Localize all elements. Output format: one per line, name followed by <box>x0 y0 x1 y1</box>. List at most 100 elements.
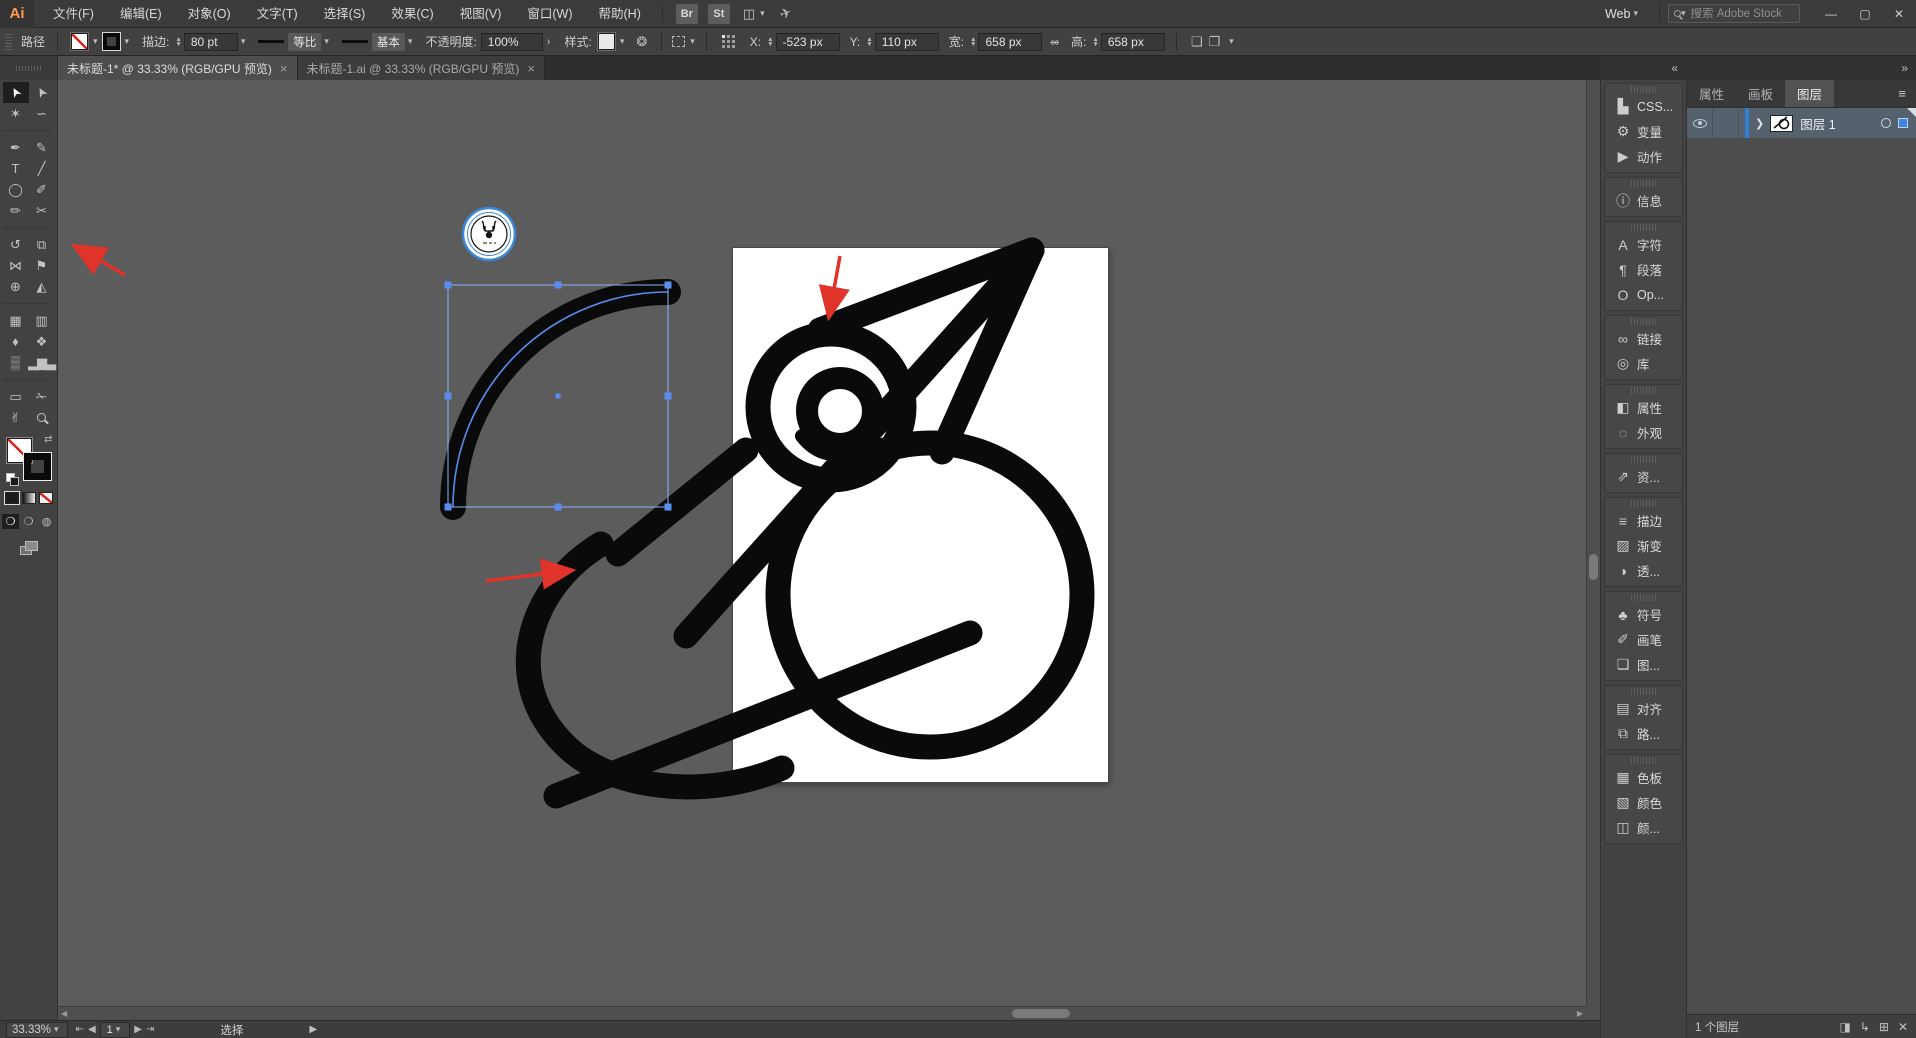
panel-grip[interactable] <box>1631 688 1657 695</box>
dock-item-CSS[interactable]: ▙CSS... <box>1605 94 1682 119</box>
bridge-button[interactable]: Br <box>676 4 698 24</box>
menu-item[interactable]: 文字(T) <box>244 0 311 28</box>
new-layer-icon[interactable]: ⊞ <box>1879 1020 1889 1034</box>
shaper-tool[interactable]: ✏ <box>3 200 29 221</box>
direct-selection-tool[interactable]: ➤ <box>29 82 55 103</box>
dock-item-色板[interactable]: ▦色板 <box>1605 765 1682 790</box>
width-stepper[interactable]: ▲▼ <box>970 37 976 47</box>
default-fill-stroke-icon[interactable] <box>6 473 15 482</box>
canvas[interactable] <box>58 80 1586 1006</box>
column-graph-tool[interactable]: ▂▆▃ <box>29 352 55 373</box>
scroll-right-icon[interactable]: ▶ <box>1577 1009 1583 1018</box>
gradient-button[interactable] <box>22 492 36 504</box>
curvature-tool[interactable]: ✎ <box>29 137 55 158</box>
puppet-warp-tool[interactable]: ⚑ <box>29 255 55 276</box>
horizontal-scrollbar[interactable]: ◀ ▶ <box>58 1006 1586 1020</box>
dock-item-段落[interactable]: ¶段落 <box>1605 257 1682 282</box>
dock-item-资[interactable]: ⇗资... <box>1605 464 1682 489</box>
shape-builder-tool[interactable]: ⊕ <box>3 276 29 297</box>
shape-properties-icon[interactable]: ❐ <box>1208 34 1220 50</box>
dock-item-描边[interactable]: ≡描边 <box>1605 508 1682 533</box>
type-tool[interactable]: T <box>3 158 29 179</box>
dock-item-对齐[interactable]: ▤对齐 <box>1605 696 1682 721</box>
last-artboard-button[interactable]: ⇥ <box>146 1024 154 1035</box>
opacity-flyout-icon[interactable]: › <box>547 36 551 48</box>
ellipse-tool[interactable]: ◯ <box>3 179 29 200</box>
fill-dropdown-icon[interactable]: ▾ <box>93 36 98 47</box>
dock-item-动作[interactable]: ▶动作 <box>1605 144 1682 169</box>
width-value[interactable]: 658 px <box>978 33 1042 51</box>
dock-item-Op[interactable]: OOp... <box>1605 282 1682 307</box>
menu-item[interactable]: 编辑(E) <box>107 0 175 28</box>
magic-wand-tool[interactable]: ✶ <box>3 103 29 124</box>
panel-grip[interactable] <box>1631 757 1657 764</box>
menu-item[interactable]: 选择(S) <box>311 0 379 28</box>
fill-swatch[interactable] <box>71 33 88 50</box>
selection-handle[interactable] <box>665 393 672 400</box>
chevron-down-icon[interactable]: ▾ <box>1229 36 1234 47</box>
new-sublayer-icon[interactable]: ↳ <box>1860 1020 1870 1034</box>
make-clipping-mask-icon[interactable]: ◨ <box>1839 1020 1850 1034</box>
blend-tool[interactable]: ❖ <box>29 331 55 352</box>
align-options-icon[interactable] <box>672 36 685 47</box>
draw-behind-button[interactable]: ❍ <box>20 514 37 529</box>
mesh-tool[interactable]: ▦ <box>3 310 29 331</box>
selection-handle[interactable] <box>445 504 452 511</box>
selected-arc-stroke[interactable] <box>453 292 668 507</box>
y-value[interactable]: 110 px <box>875 33 939 51</box>
perspective-grid-tool[interactable]: ◭ <box>29 276 55 297</box>
selection-handle[interactable] <box>445 393 452 400</box>
menu-item[interactable]: 窗口(W) <box>514 0 585 28</box>
panel-grip[interactable] <box>5 34 12 50</box>
none-button[interactable] <box>39 492 53 504</box>
draw-inside-button[interactable]: ◍ <box>38 514 55 529</box>
color-button[interactable] <box>5 492 19 504</box>
pen-tool[interactable]: ✒ <box>3 137 29 158</box>
logo-badge[interactable] <box>463 208 515 260</box>
selection-center-point[interactable] <box>556 394 561 399</box>
selection-handle[interactable] <box>555 282 562 289</box>
hand-tool[interactable]: ✌ <box>3 407 29 428</box>
panel-menu-icon[interactable]: ≡ <box>1888 80 1916 107</box>
selected-arc-object[interactable] <box>445 282 672 511</box>
vertical-scroll-thumb[interactable] <box>1589 554 1598 580</box>
layer-name[interactable]: 图层 1 <box>1800 114 1835 133</box>
panel-grip[interactable] <box>1631 180 1657 187</box>
menu-item[interactable]: 对象(O) <box>175 0 244 28</box>
panel-grip[interactable] <box>1631 456 1657 463</box>
selection-handle[interactable] <box>555 504 562 511</box>
tab-close-icon[interactable]: × <box>280 61 288 76</box>
width-tool[interactable]: ⋈ <box>3 255 29 276</box>
dock-item-变量[interactable]: ⚙变量 <box>1605 119 1682 144</box>
gradient-tool[interactable]: ▥ <box>29 310 55 331</box>
height-stepper[interactable]: ▲▼ <box>1092 37 1098 47</box>
style-swatch[interactable] <box>598 33 615 50</box>
panel-grip[interactable] <box>1631 387 1657 394</box>
selection-handle[interactable] <box>445 282 452 289</box>
toolbar-grip[interactable] <box>0 56 58 80</box>
dock-item-符号[interactable]: ♣符号 <box>1605 602 1682 627</box>
menu-item[interactable]: 文件(F) <box>40 0 107 28</box>
screen-mode-button[interactable] <box>20 541 38 555</box>
dock-item-颜[interactable]: ◫颜... <box>1605 815 1682 840</box>
dock-item-渐变[interactable]: ▨渐变 <box>1605 533 1682 558</box>
tab-图层[interactable]: 图层 <box>1785 80 1834 107</box>
stroke-weight-stepper[interactable]: ▲▼ <box>175 37 181 47</box>
opacity-value[interactable]: 100% <box>481 33 543 51</box>
tab-属性[interactable]: 属性 <box>1687 80 1736 107</box>
stock-button[interactable]: St <box>708 4 730 24</box>
panel-grip[interactable] <box>1631 318 1657 325</box>
stroke-color-box[interactable] <box>24 453 51 480</box>
status-flyout-icon[interactable]: ▶ <box>309 1024 317 1035</box>
dock-item-链接[interactable]: ∞链接 <box>1605 326 1682 351</box>
width-profile-dropdown[interactable]: 等比 ▾ <box>254 33 332 51</box>
artboard-number-dropdown[interactable]: 1 ▾ <box>100 1022 131 1038</box>
dock-item-透[interactable]: ◑透... <box>1605 558 1682 583</box>
stroke-weight-dropdown-icon[interactable]: ▾ <box>241 36 246 47</box>
reference-point-selector[interactable] <box>722 35 736 49</box>
tab-close-icon[interactable]: × <box>527 61 535 76</box>
document-tab[interactable]: 未标题-1.ai @ 33.33% (RGB/GPU 预览)× <box>298 56 546 80</box>
collapse-dock-icon[interactable]: « <box>1671 61 1678 75</box>
workspace-switcher[interactable]: Web ▾ <box>1605 7 1641 21</box>
expand-layer-icon[interactable]: ❯ <box>1755 117 1764 130</box>
